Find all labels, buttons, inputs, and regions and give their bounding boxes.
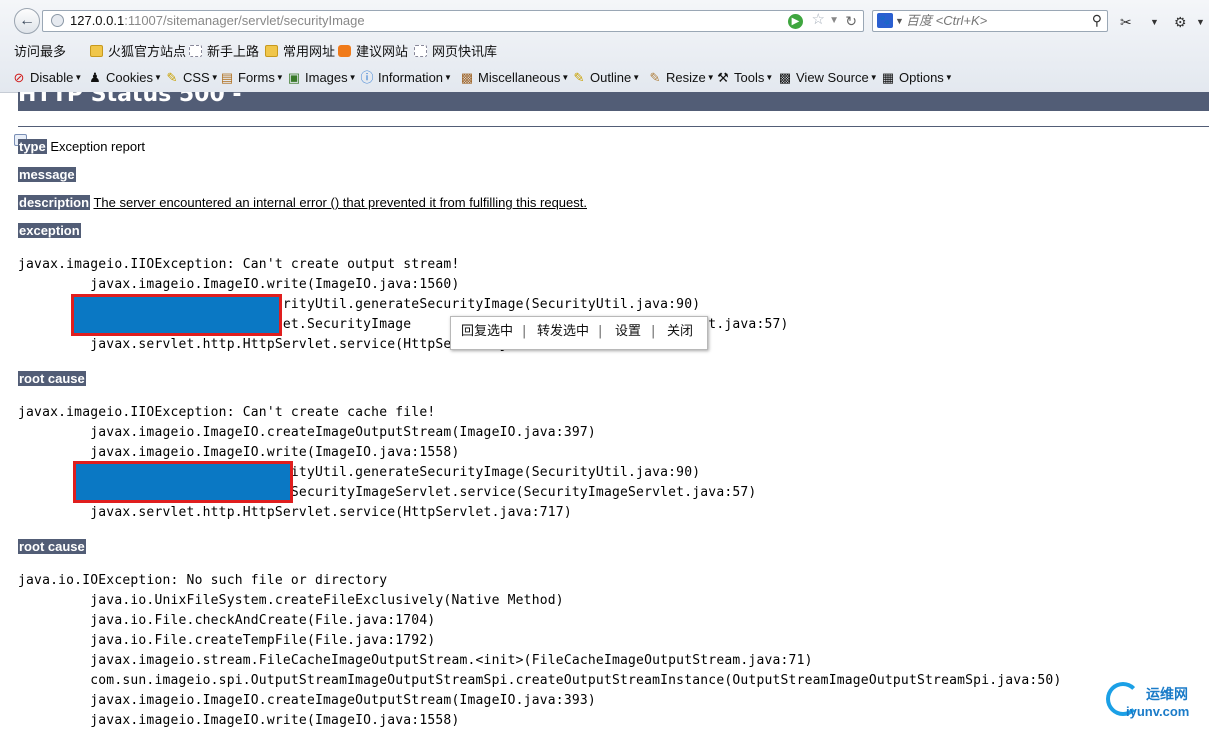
blank-page-icon — [414, 45, 427, 57]
description-row: description The server encountered an in… — [18, 195, 587, 211]
engine-dropdown-icon[interactable]: ▼ — [895, 11, 904, 31]
history-dropdown-icon[interactable]: ▼ — [829, 11, 839, 31]
globe-icon — [51, 14, 64, 27]
root-cause-row-1: root cause — [18, 371, 86, 387]
popup-separator: | — [651, 324, 656, 339]
redaction-box — [73, 461, 293, 503]
addon-icon[interactable]: ⚙ — [1174, 14, 1187, 31]
watermark-name: 运维网 — [1146, 686, 1188, 702]
navigation-bar: ← 127.0.0.1:11007/sitemanager/servlet/se… — [0, 6, 1209, 36]
root-cause-label: root cause — [18, 371, 86, 386]
root-cause-label: root cause — [18, 539, 86, 554]
bookmark-web-slice[interactable]: 网页快讯库 — [414, 42, 497, 62]
dev-images[interactable]: ▣ Images▼ — [287, 67, 357, 89]
dev-miscellaneous[interactable]: ▩ Miscellaneous▼ — [460, 67, 569, 89]
bookmark-firefox-site[interactable]: 火狐官方站点 — [90, 42, 186, 62]
root-cause-stacktrace-2: java.io.IOException: No such file or dir… — [18, 573, 1062, 728]
search-box[interactable]: 🐾 ▼ 百度 <Ctrl+K> ⚲ — [872, 10, 1108, 32]
watermark-domain: iyunv.com — [1126, 704, 1190, 719]
type-label: type — [18, 139, 47, 154]
forward-selected-button[interactable]: 转发选中 — [537, 317, 589, 347]
reload-icon[interactable]: ↻ — [845, 11, 857, 31]
web-developer-toolbar: ⊘ Disable▼ ♟ Cookies▼ ✎ CSS▼ ▤ Forms▼ ▣ Image… — [0, 67, 1209, 89]
back-arrow-icon[interactable]: ← — [14, 8, 40, 34]
folder-icon — [265, 45, 278, 57]
images-icon: ▣ — [287, 70, 301, 85]
go-icon[interactable]: ▶ — [788, 14, 803, 29]
folder-icon — [90, 45, 103, 57]
bookmark-suggested-sites[interactable]: 建议网站 — [338, 42, 408, 62]
dev-resize[interactable]: ✎ Resize▼ — [648, 67, 715, 89]
bookmark-star-icon[interactable]: ☆ — [812, 10, 825, 30]
disable-icon: ⊘ — [13, 70, 25, 85]
css-pencil-icon: ✎ — [166, 70, 178, 85]
dev-cookies[interactable]: ♟ Cookies▼ — [88, 67, 162, 89]
bookmark-most-visited[interactable]: 访问最多 — [14, 42, 66, 146]
miscellaneous-icon: ▩ — [460, 70, 474, 85]
address-bar[interactable]: 127.0.0.1:11007/sitemanager/servlet/secu… — [42, 10, 864, 32]
page-title: HTTP Status 500 - — [18, 92, 1209, 111]
cookies-icon: ♟ — [89, 70, 101, 85]
search-placeholder: 百度 <Ctrl+K> — [906, 13, 988, 28]
type-row: type Exception report — [18, 139, 145, 155]
suggested-sites-icon — [338, 45, 351, 57]
bookmark-common-sites[interactable]: 常用网址 — [265, 42, 335, 62]
redaction-box — [71, 294, 282, 336]
dev-forms[interactable]: ▤ Forms▼ — [220, 67, 284, 89]
message-label: message — [18, 167, 76, 182]
baidu-engine-icon[interactable]: 🐾 — [877, 13, 893, 28]
popup-separator: | — [598, 324, 603, 339]
search-icon[interactable]: ⚲ — [1092, 10, 1102, 30]
outline-pencil-icon: ✎ — [573, 70, 585, 85]
bookmark-getting-started[interactable]: 新手上路 — [189, 42, 259, 62]
description-label: description — [18, 195, 91, 210]
type-value: Exception report — [50, 139, 146, 154]
browser-chrome: ← 127.0.0.1:11007/sitemanager/servlet/se… — [0, 0, 1209, 146]
blank-page-icon — [189, 45, 202, 57]
bookmarks-toolbar: 访问最多 火狐官方站点 新手上路 常用网址 建议网站 网页快讯库 — [0, 42, 1209, 146]
screenshot-icon[interactable]: ✂ — [1120, 14, 1132, 31]
dev-disable[interactable]: ⊘ Disable▼ — [12, 67, 83, 89]
chevron-down-icon[interactable]: ▼ — [1150, 17, 1159, 27]
divider — [18, 126, 1209, 127]
exception-row: exception — [18, 223, 81, 239]
url-text: 127.0.0.1:11007/sitemanager/servlet/secu… — [70, 13, 365, 28]
dev-css[interactable]: ✎ CSS▼ — [165, 67, 219, 89]
message-row: message — [18, 167, 76, 183]
settings-button[interactable]: 设置 — [615, 317, 641, 347]
dev-view-source[interactable]: ▩ View Source▼ — [778, 67, 878, 89]
watermark-logo: 运维网 iyunv.com — [1104, 682, 1209, 730]
reply-selected-button[interactable]: 回复选中 — [461, 317, 513, 347]
exception-label: exception — [18, 223, 81, 238]
description-value: The server encountered an internal error… — [93, 195, 587, 210]
view-source-icon: ▩ — [778, 70, 792, 85]
close-button[interactable]: 关闭 — [667, 317, 693, 347]
root-cause-row-2: root cause — [18, 539, 86, 555]
popup-separator: | — [522, 324, 527, 339]
dev-options[interactable]: ▦ Options▼ — [881, 67, 953, 89]
information-icon: ⓘ — [360, 70, 374, 85]
options-icon: ▦ — [881, 70, 895, 85]
dev-outline[interactable]: ✎ Outline▼ — [572, 67, 641, 89]
selection-popup-menu: 回复选中 | 转发选中 | 设置 | 关闭 — [450, 316, 708, 350]
menu-chevron-icon[interactable]: ▼ — [1196, 17, 1205, 27]
dev-information[interactable]: ⓘ Information▼ — [360, 67, 451, 89]
forms-clipboard-icon: ▤ — [220, 70, 234, 85]
dev-tools[interactable]: ⚒ Tools▼ — [716, 67, 773, 89]
resize-ruler-icon: ✎ — [649, 70, 661, 85]
tools-icon: ⚒ — [717, 70, 729, 85]
error-page: HTTP Status 500 - type Exception report … — [0, 92, 1209, 730]
